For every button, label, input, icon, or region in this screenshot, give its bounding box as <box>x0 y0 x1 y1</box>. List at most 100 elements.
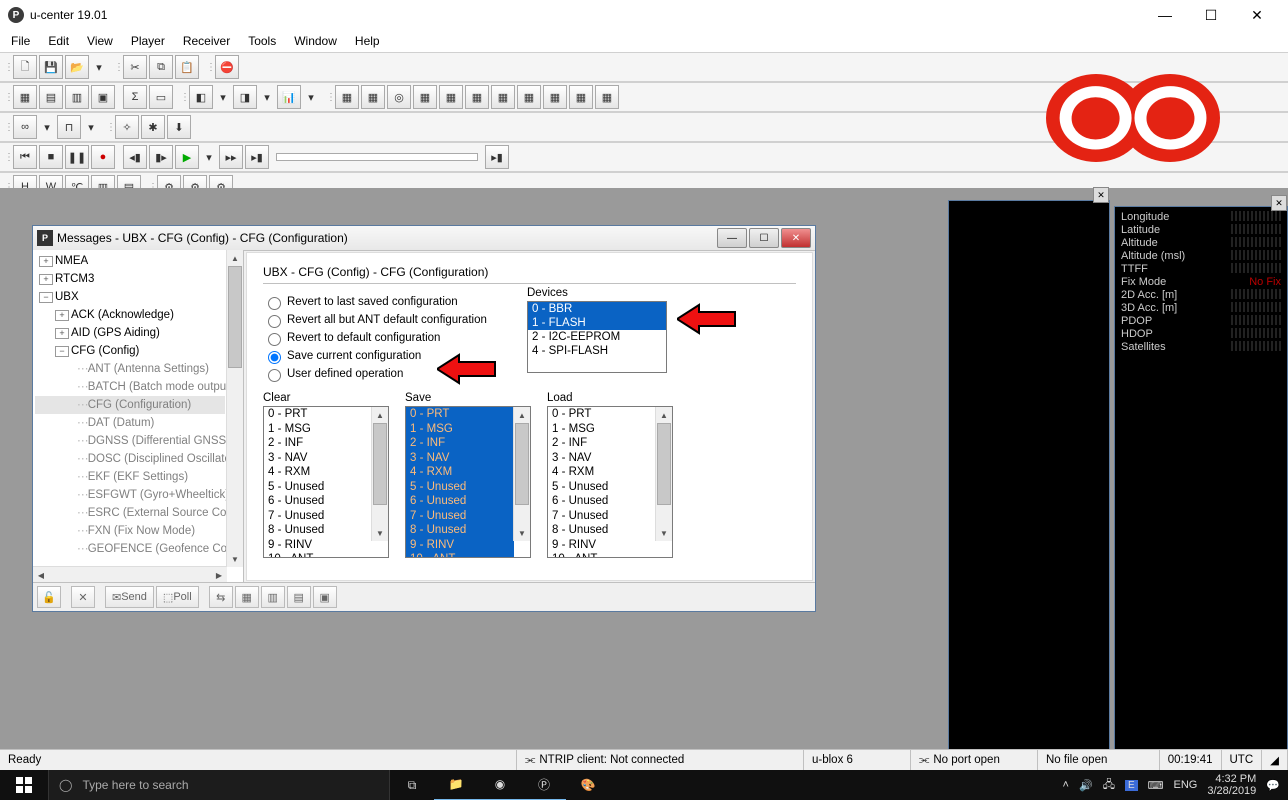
tb2-b[interactable]: ▤ <box>39 85 63 109</box>
list-item[interactable]: 5 - Unused <box>406 480 514 495</box>
save-listbox[interactable]: 0 - PRT1 - MSG2 - INF3 - NAV4 - RXM5 - U… <box>405 406 531 558</box>
tree-rtcm3[interactable]: RTCM3 <box>55 273 94 285</box>
tree-cfg[interactable]: CFG (Config) <box>71 345 139 357</box>
player-stop-icon[interactable]: ■ <box>39 145 63 169</box>
player-record-icon[interactable]: ● <box>91 145 115 169</box>
panel1-close-icon[interactable]: ✕ <box>1093 187 1109 203</box>
list-item[interactable]: 1 - MSG <box>406 422 514 437</box>
dialog-close-button[interactable]: ✕ <box>781 228 811 248</box>
tree-nmea[interactable]: NMEA <box>55 255 88 267</box>
list-item[interactable]: 6 - Unused <box>548 494 656 509</box>
tree-item-selected[interactable]: CFG (Configuration) <box>35 396 225 414</box>
player-rewind-icon[interactable]: ⏮ <box>13 145 37 169</box>
tree-item[interactable]: FXN (Fix Now Mode) <box>35 522 225 540</box>
sb-icon-c[interactable]: ▥ <box>261 586 285 608</box>
taskbar-chrome-icon[interactable]: ◉ <box>478 769 522 800</box>
tb2-f[interactable]: ▭ <box>149 85 173 109</box>
device-item[interactable]: 2 - I2C-EEPROM <box>528 330 666 344</box>
tb3-a[interactable]: ∞ <box>13 115 37 139</box>
list-item[interactable]: 2 - INF <box>264 436 372 451</box>
tb2-s[interactable]: ▦ <box>569 85 593 109</box>
tb2-g[interactable]: ◧ <box>189 85 213 109</box>
tray-lang[interactable]: ENG <box>1174 779 1198 791</box>
tb2-o[interactable]: ▦ <box>465 85 489 109</box>
device-item[interactable]: 4 - SPI-FLASH <box>528 344 666 358</box>
tree-aid[interactable]: AID (GPS Aiding) <box>71 327 160 339</box>
list-item[interactable]: 1 - MSG <box>548 422 656 437</box>
list-item[interactable]: 4 - RXM <box>548 465 656 480</box>
tray-app-icon[interactable]: E <box>1125 780 1138 791</box>
tray-volume-icon[interactable]: 🔊 <box>1079 779 1093 792</box>
clear-listbox[interactable]: 0 - PRT1 - MSG2 - INF3 - NAV4 - RXM5 - U… <box>263 406 389 558</box>
menu-window[interactable]: Window <box>285 31 346 51</box>
menu-receiver[interactable]: Receiver <box>174 31 239 51</box>
list-item[interactable]: 10 - ANT <box>264 552 372 557</box>
new-icon[interactable]: 🗋 <box>13 55 37 79</box>
list-item[interactable]: 9 - RINV <box>406 538 514 553</box>
player-ff-icon[interactable]: ▸▸ <box>219 145 243 169</box>
player-last-icon[interactable]: ▸▮ <box>485 145 509 169</box>
player-pause-icon[interactable]: ❚❚ <box>65 145 89 169</box>
lock-icon[interactable]: 🔓 <box>37 586 61 608</box>
send-button[interactable]: ✉ Send <box>105 586 154 608</box>
list-item[interactable]: 0 - PRT <box>264 407 372 422</box>
taskbar-explorer-icon[interactable]: 📁 <box>434 769 478 800</box>
dropdown-icon[interactable]: ▾ <box>91 56 107 78</box>
player-play-icon[interactable]: ▶ <box>175 145 199 169</box>
tb2-d[interactable]: ▣ <box>91 85 115 109</box>
list-item[interactable]: 4 - RXM <box>406 465 514 480</box>
list-item[interactable]: 7 - Unused <box>548 509 656 524</box>
tree-vscroll[interactable]: ▲▼ <box>226 250 243 567</box>
tb2-m[interactable]: ▦ <box>413 85 437 109</box>
tree-hscroll[interactable]: ◀▶ <box>33 566 227 583</box>
taskbar-ucenter-icon[interactable]: Ⓟ <box>522 769 566 800</box>
menu-view[interactable]: View <box>78 31 122 51</box>
list-item[interactable]: 8 - Unused <box>406 523 514 538</box>
sb-icon-a[interactable]: ⇆ <box>209 586 233 608</box>
sb-icon-b[interactable]: ▦ <box>235 586 259 608</box>
cut-icon[interactable]: ✂ <box>123 55 147 79</box>
tb2-r[interactable]: ▦ <box>543 85 567 109</box>
tb2-n[interactable]: ▦ <box>439 85 463 109</box>
list-item[interactable]: 4 - RXM <box>264 465 372 480</box>
open-icon[interactable]: 📂 <box>65 55 89 79</box>
list-item[interactable]: 10 - ANT <box>406 552 514 557</box>
devices-listbox[interactable]: 0 - BBR 1 - FLASH 2 - I2C-EEPROM 4 - SPI… <box>527 301 667 373</box>
menu-help[interactable]: Help <box>346 31 389 51</box>
list-item[interactable]: 6 - Unused <box>406 494 514 509</box>
tray-chevron-icon[interactable]: ˄ <box>1063 779 1069 791</box>
list-item[interactable]: 9 - RINV <box>548 538 656 553</box>
tb2-h[interactable]: ◨ <box>233 85 257 109</box>
tree-item[interactable]: ESRC (External Source Config) <box>35 504 225 522</box>
tb2-e[interactable]: Σ <box>123 85 147 109</box>
tb2-c[interactable]: ▥ <box>65 85 89 109</box>
start-button[interactable] <box>0 770 48 800</box>
tree-item[interactable]: DOSC (Disciplined Oscillator) <box>35 450 225 468</box>
list-item[interactable]: 7 - Unused <box>406 509 514 524</box>
list-item[interactable]: 2 - INF <box>548 436 656 451</box>
tree-item[interactable]: GEOFENCE (Geofence Config) <box>35 540 225 558</box>
tray-notifications-icon[interactable]: 💬 <box>1266 779 1280 792</box>
minimize-button[interactable]: — <box>1142 0 1188 30</box>
close-button[interactable]: ✕ <box>1234 0 1280 30</box>
tray-network-icon[interactable]: 🖧 <box>1103 776 1115 795</box>
dialog-titlebar[interactable]: P Messages - UBX - CFG (Config) - CFG (C… <box>33 226 815 251</box>
tb3-c[interactable]: ✧ <box>115 115 139 139</box>
tb3-d[interactable]: ✱ <box>141 115 165 139</box>
delete-icon[interactable]: ✕ <box>71 586 95 608</box>
tb2-a[interactable]: ▦ <box>13 85 37 109</box>
copy-icon[interactable]: ⧉ <box>149 55 173 79</box>
paste-icon[interactable]: 📋 <box>175 55 199 79</box>
tb2-j[interactable]: ▦ <box>335 85 359 109</box>
tree-item[interactable]: BATCH (Batch mode output) <box>35 378 225 396</box>
list-item[interactable]: 7 - Unused <box>264 509 372 524</box>
list-item[interactable]: 8 - Unused <box>548 523 656 538</box>
tree-ubx[interactable]: UBX <box>55 291 79 303</box>
save-icon[interactable]: 💾 <box>39 55 63 79</box>
list-item[interactable]: 8 - Unused <box>264 523 372 538</box>
menu-edit[interactable]: Edit <box>39 31 78 51</box>
list-item[interactable]: 3 - NAV <box>406 451 514 466</box>
menu-player[interactable]: Player <box>122 31 174 51</box>
list-item[interactable]: 0 - PRT <box>406 407 514 422</box>
list-item[interactable]: 1 - MSG <box>264 422 372 437</box>
